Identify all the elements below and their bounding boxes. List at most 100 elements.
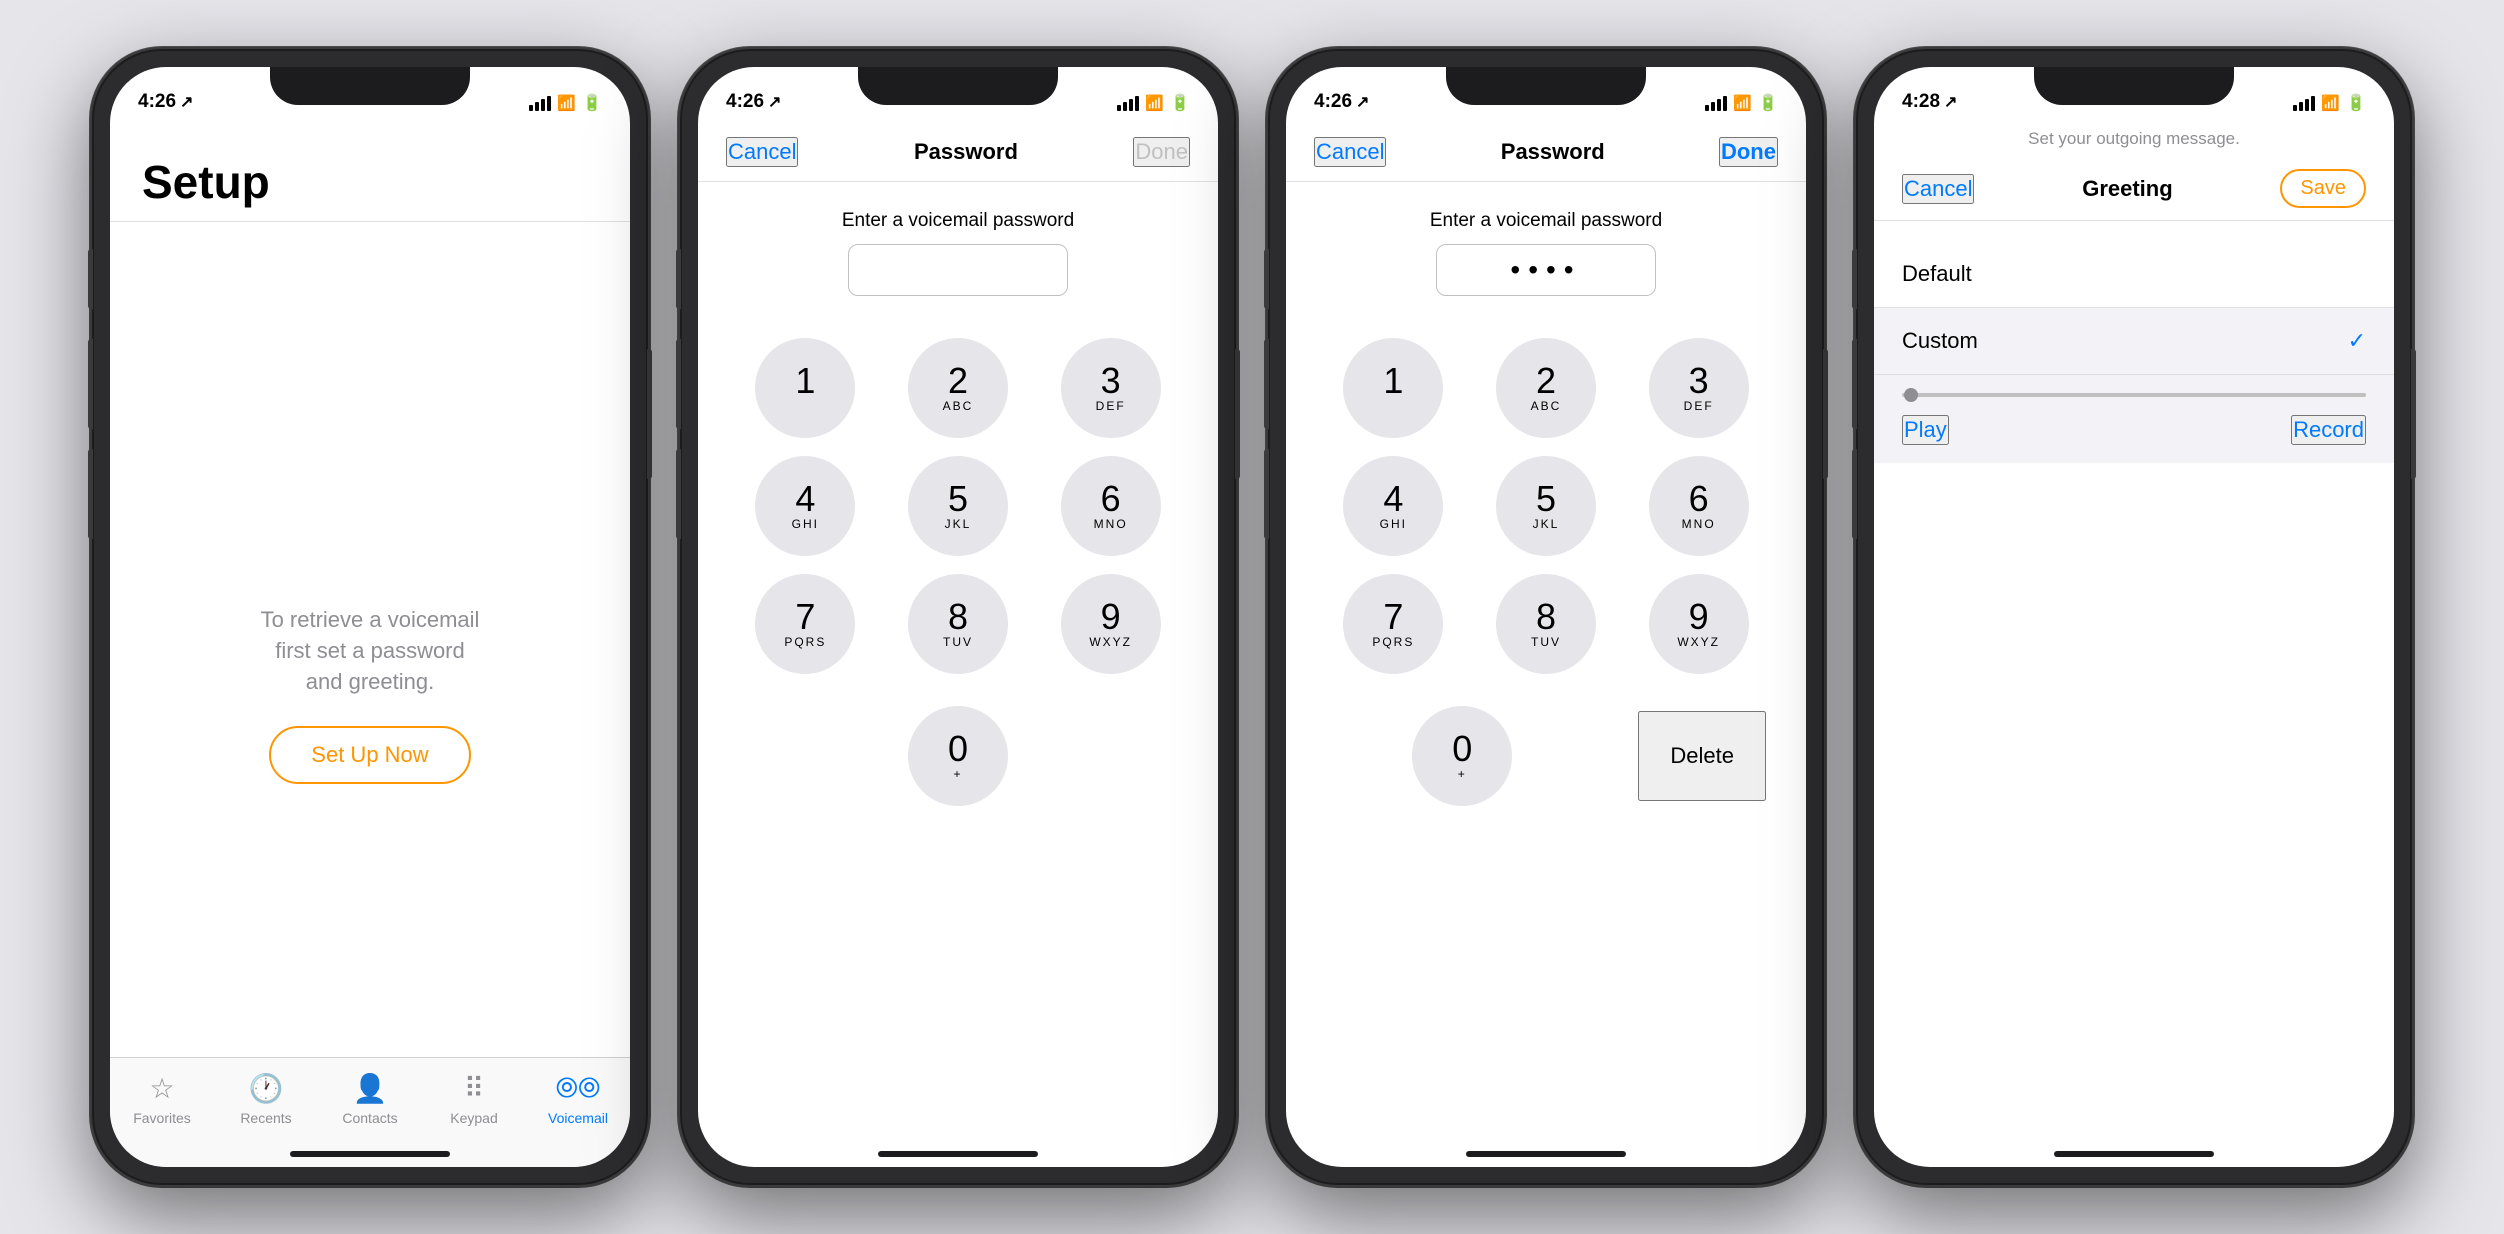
- phone-3: 4:26 ↗ 📶 🔋: [1266, 47, 1826, 1187]
- custom-label: Custom: [1902, 328, 1978, 354]
- volume-down-2: [676, 449, 681, 539]
- tab-voicemail[interactable]: ⦾⦾ Voicemail: [526, 1072, 630, 1126]
- tab-contacts[interactable]: 👤 Contacts: [318, 1072, 422, 1126]
- wifi-icon-3: 📶: [1733, 94, 1752, 112]
- key-2-3[interactable]: 2 ABC: [1496, 338, 1596, 438]
- status-icons-3: 📶 🔋: [1705, 93, 1778, 113]
- keypad-label: Keypad: [450, 1110, 497, 1126]
- phone-screen-1: 4:26 ↗ 📶 🔋: [110, 67, 630, 1167]
- notch-4: [2034, 67, 2234, 105]
- volume-up-4: [1852, 339, 1857, 429]
- power-button-2: [1235, 349, 1240, 479]
- password-field-3[interactable]: ••••: [1436, 244, 1656, 296]
- keypad-2: 1 2 ABC 3 DEF 4 GHI: [698, 306, 1218, 706]
- key-7-3[interactable]: 7 PQRS: [1343, 574, 1443, 674]
- key-1-3[interactable]: 1: [1343, 338, 1443, 438]
- password-header-2: Cancel Password Done: [698, 119, 1218, 182]
- key-8-2[interactable]: 8 TUV: [908, 574, 1008, 674]
- recents-icon: 🕐: [249, 1072, 284, 1105]
- key-7-2[interactable]: 7 PQRS: [755, 574, 855, 674]
- contacts-icon: 👤: [353, 1072, 388, 1105]
- phone-shell-2: 4:26 ↗ 📶 🔋: [678, 47, 1238, 1187]
- password-title-2: Password: [914, 139, 1018, 165]
- phones-container: 4:26 ↗ 📶 🔋: [70, 27, 2434, 1207]
- key-9-2[interactable]: 9 WXYZ: [1061, 574, 1161, 674]
- key-5-3[interactable]: 5 JKL: [1496, 456, 1596, 556]
- phone-shell-3: 4:26 ↗ 📶 🔋: [1266, 47, 1826, 1187]
- default-label: Default: [1902, 261, 1972, 287]
- key-5-2[interactable]: 5 JKL: [908, 456, 1008, 556]
- voicemail-label: Voicemail: [548, 1110, 608, 1126]
- setup-now-button[interactable]: Set Up Now: [269, 726, 470, 784]
- phone-1: 4:26 ↗ 📶 🔋: [90, 47, 650, 1187]
- save-button-4[interactable]: Save: [2280, 169, 2366, 208]
- mute-button-2: [676, 249, 681, 309]
- tab-recents[interactable]: 🕐 Recents: [214, 1072, 318, 1126]
- setup-description: To retrieve a voicemailfirst set a passw…: [261, 605, 480, 697]
- setup-middle: To retrieve a voicemailfirst set a passw…: [110, 222, 630, 1167]
- phone-shell-1: 4:26 ↗ 📶 🔋: [90, 47, 650, 1187]
- mute-button-4: [1852, 249, 1857, 309]
- phone-4: 4:28 ↗ 📶 🔋 Set: [1854, 47, 2414, 1187]
- keypad-bottom-row-3: 0 + Delete: [1286, 706, 1806, 806]
- key-6-2[interactable]: 6 MNO: [1061, 456, 1161, 556]
- play-button[interactable]: Play: [1902, 415, 1949, 445]
- volume-down-4: [1852, 449, 1857, 539]
- key-9-3[interactable]: 9 WXYZ: [1649, 574, 1749, 674]
- key-4-3[interactable]: 4 GHI: [1343, 456, 1443, 556]
- key-3-2[interactable]: 3 DEF: [1061, 338, 1161, 438]
- record-button[interactable]: Record: [2291, 415, 2366, 445]
- power-button-4: [2411, 349, 2416, 479]
- greeting-default[interactable]: Default: [1874, 241, 2394, 308]
- status-icons-1: 📶 🔋: [529, 93, 602, 113]
- check-icon: ✓: [2348, 328, 2366, 354]
- key-8-3[interactable]: 8 TUV: [1496, 574, 1596, 674]
- home-indicator-2: [878, 1151, 1038, 1157]
- signal-4: [2293, 96, 2315, 111]
- volume-down-1: [88, 449, 93, 539]
- phone-shell-4: 4:28 ↗ 📶 🔋 Set: [1854, 47, 2414, 1187]
- notch-3: [1446, 67, 1646, 105]
- battery-icon-3: 🔋: [1758, 93, 1778, 113]
- key-6-3[interactable]: 6 MNO: [1649, 456, 1749, 556]
- delete-button-3[interactable]: Delete: [1638, 711, 1766, 801]
- tab-favorites[interactable]: ☆ Favorites: [110, 1072, 214, 1126]
- greeting-header-4: Cancel Greeting Save: [1874, 155, 2394, 221]
- password-field-2[interactable]: [848, 244, 1068, 296]
- key-4-2[interactable]: 4 GHI: [755, 456, 855, 556]
- keypad-bottom-2: 0 +: [698, 706, 1218, 806]
- recents-label: Recents: [240, 1110, 291, 1126]
- key-0-3[interactable]: 0 +: [1412, 706, 1512, 806]
- key-2-2[interactable]: 2 ABC: [908, 338, 1008, 438]
- done-button-2[interactable]: Done: [1133, 137, 1190, 167]
- key-0-2[interactable]: 0 +: [908, 706, 1008, 806]
- tab-keypad[interactable]: ⠿ Keypad: [422, 1072, 526, 1126]
- screen-content-3: Cancel Password Done Enter a voicemail p…: [1286, 119, 1806, 1167]
- cancel-button-2[interactable]: Cancel: [726, 137, 798, 167]
- status-icons-2: 📶 🔋: [1117, 93, 1190, 113]
- home-indicator-4: [2054, 1151, 2214, 1157]
- playback-controls: Play Record: [1902, 415, 2366, 445]
- done-button-3[interactable]: Done: [1719, 137, 1778, 167]
- greeting-title-4: Greeting: [2082, 176, 2172, 202]
- cancel-button-3[interactable]: Cancel: [1314, 137, 1386, 167]
- playback-bar: [1902, 393, 2366, 397]
- key-1-2[interactable]: 1: [755, 338, 855, 438]
- signal-3: [1705, 96, 1727, 111]
- phone1-body: Setup To retrieve a voicemailfirst set a…: [110, 119, 630, 1167]
- voicemail-icon: ⦾⦾: [556, 1072, 601, 1105]
- wifi-icon-1: 📶: [557, 94, 576, 112]
- greeting-subtitle: Set your outgoing message.: [1874, 119, 2394, 149]
- status-time-2: 4:26 ↗: [726, 91, 781, 113]
- cancel-button-4[interactable]: Cancel: [1902, 174, 1974, 204]
- wifi-icon-4: 📶: [2321, 94, 2340, 112]
- home-indicator-3: [1466, 1151, 1626, 1157]
- status-icons-4: 📶 🔋: [2293, 93, 2366, 113]
- password-dots-3: ••••: [1510, 254, 1581, 286]
- location-icon-1: ↗: [180, 92, 193, 112]
- volume-down-3: [1264, 449, 1269, 539]
- location-icon-2: ↗: [768, 92, 781, 112]
- greeting-custom[interactable]: Custom ✓: [1874, 308, 2394, 375]
- power-button-1: [647, 349, 652, 479]
- key-3-3[interactable]: 3 DEF: [1649, 338, 1749, 438]
